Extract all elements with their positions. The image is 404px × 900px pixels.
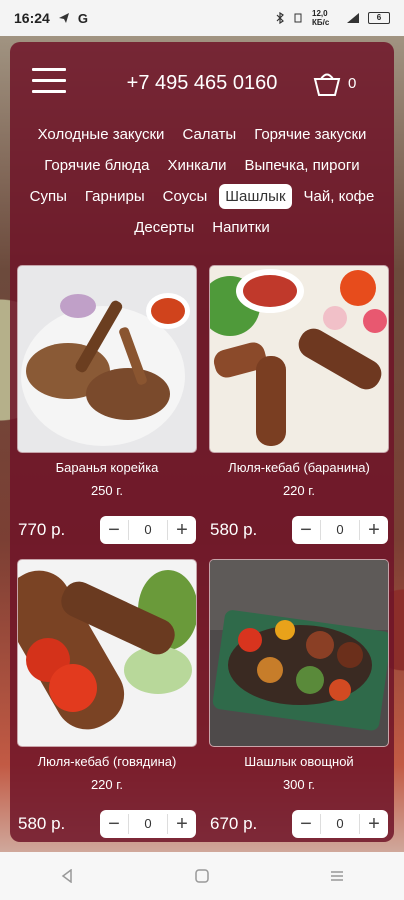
tab-hot-dishes[interactable]: Горячие блюда	[38, 153, 155, 178]
quantity-stepper: − 0 +	[100, 810, 196, 838]
tab-sauces[interactable]: Соусы	[157, 184, 214, 209]
basket-icon	[313, 73, 341, 96]
tab-drinks[interactable]: Напитки	[206, 215, 276, 240]
product-photo[interactable]	[210, 266, 388, 452]
quantity-value: 0	[128, 520, 168, 540]
tab-soups[interactable]: Супы	[24, 184, 73, 209]
bluetooth-icon	[276, 12, 284, 24]
tab-khinkali[interactable]: Хинкали	[161, 153, 232, 178]
signal-icon	[347, 13, 359, 23]
cart-button[interactable]: 0	[312, 66, 372, 100]
battery-icon: 6	[368, 12, 390, 24]
product-card: Люля-кебаб (говядина) 220 г. 580 р. − 0 …	[18, 560, 196, 840]
increase-button[interactable]: +	[168, 516, 196, 544]
category-tabs: Холодные закуски Салаты Горячие закуски …	[18, 122, 386, 246]
decrease-button[interactable]: −	[292, 516, 320, 544]
product-name: Шашлык овощной	[244, 754, 354, 769]
product-price: 770 р.	[18, 520, 66, 539]
product-weight: 220 г.	[90, 777, 124, 792]
recents-icon[interactable]	[317, 856, 357, 896]
vibrate-icon	[294, 13, 302, 23]
product-weight: 300 г.	[282, 777, 316, 792]
quantity-stepper: − 0 +	[292, 516, 388, 544]
lamb-chops-image	[21, 293, 190, 446]
tab-desserts[interactable]: Десерты	[128, 215, 200, 240]
g-icon: G	[77, 10, 88, 26]
tab-tea-coffee[interactable]: Чай, кофе	[298, 184, 381, 209]
home-icon[interactable]	[182, 856, 222, 896]
status-bar: 16:24 G 12,0 КБ/с 6	[0, 0, 404, 36]
tab-salads[interactable]: Салаты	[176, 122, 242, 147]
tab-cold-starters[interactable]: Холодные закуски	[32, 122, 171, 147]
increase-button[interactable]: +	[168, 810, 196, 838]
tab-shashlik[interactable]: Шашлык	[219, 184, 292, 209]
product-name: Люля-кебаб (баранина)	[228, 460, 370, 475]
quantity-value: 0	[128, 814, 168, 834]
decrease-button[interactable]: −	[292, 810, 320, 838]
product-card: Люля-кебаб (баранина) 220 г. 580 р. − 0 …	[210, 266, 388, 546]
quantity-value: 0	[320, 814, 360, 834]
product-name: Баранья корейка	[55, 460, 159, 475]
menu-panel: +7 495 465 0160 0 Холодные закуски Салат…	[10, 42, 394, 842]
back-icon[interactable]	[47, 856, 87, 896]
product-weight: 220 г.	[282, 483, 316, 498]
product-card: Баранья корейка 250 г. 770 р. − 0 +	[18, 266, 196, 546]
product-photo[interactable]	[18, 266, 196, 452]
product-card: Шашлык овощной 300 г. 670 р. − 0 +	[210, 560, 388, 840]
system-nav-bar	[0, 852, 404, 900]
tab-pastries[interactable]: Выпечка, пироги	[239, 153, 366, 178]
product-photo[interactable]	[210, 560, 388, 746]
quantity-value: 0	[320, 520, 360, 540]
product-photo[interactable]	[18, 560, 196, 746]
increase-button[interactable]: +	[360, 810, 388, 838]
decrease-button[interactable]: −	[100, 810, 128, 838]
cart-count: 0	[348, 74, 357, 92]
quantity-stepper: − 0 +	[292, 810, 388, 838]
telegram-icon	[58, 13, 69, 23]
lula-kebab-lamb-image	[210, 269, 387, 446]
decrease-button[interactable]: −	[100, 516, 128, 544]
increase-button[interactable]: +	[360, 516, 388, 544]
product-price: 580 р.	[18, 814, 66, 833]
vegetable-shashlik-image	[210, 560, 388, 731]
lula-kebab-beef-image	[18, 570, 196, 730]
status-time: 16:24	[14, 10, 50, 26]
product-price: 670 р.	[210, 814, 258, 833]
product-price: 580 р.	[210, 520, 258, 539]
top-bar: +7 495 465 0160 0	[10, 42, 394, 122]
product-weight: 250 г.	[90, 483, 124, 498]
product-name: Люля-кебаб (говядина)	[37, 754, 177, 769]
tab-hot-starters[interactable]: Горячие закуски	[248, 122, 372, 147]
net-speed: 12,0 КБ/с	[312, 9, 330, 27]
tab-sides[interactable]: Гарниры	[79, 184, 151, 209]
quantity-stepper: − 0 +	[100, 516, 196, 544]
